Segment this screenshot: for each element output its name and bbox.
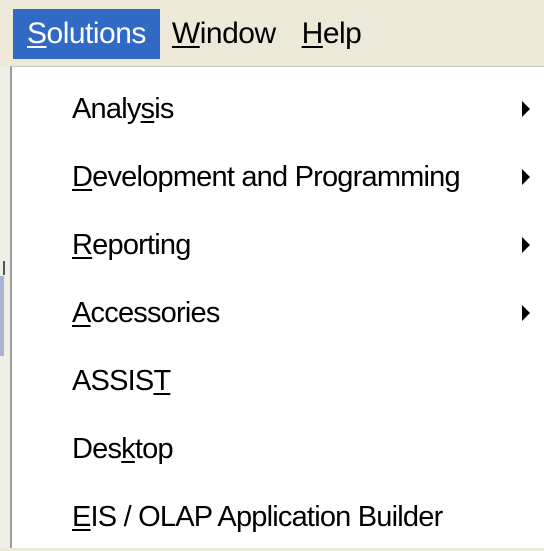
- menu-item-eis-mnemonic: E: [72, 500, 91, 533]
- menu-help[interactable]: Help: [290, 9, 376, 59]
- menu-item-eis-olap-application-builder[interactable]: EIS / OLAP Application Builder: [12, 483, 544, 551]
- submenu-arrow-icon: [522, 237, 530, 253]
- menu-window-mnemonic: W: [171, 17, 200, 50]
- menu-help-post: elp: [322, 17, 362, 50]
- menu-item-analysis-mnemonic: s: [140, 92, 155, 125]
- submenu-arrow-icon: [522, 101, 530, 117]
- menu-item-desktop[interactable]: Desktop: [12, 415, 544, 483]
- menu-item-reporting[interactable]: Reporting: [12, 211, 544, 279]
- menu-item-analysis[interactable]: Analysis: [12, 75, 544, 143]
- menu-item-reporting-mnemonic: R: [72, 228, 93, 261]
- background-window-tick: [3, 261, 5, 275]
- menu-bar: Solutions Window Help: [0, 0, 544, 66]
- menu-item-reporting-label: Reporting: [72, 229, 191, 262]
- menu-window[interactable]: Window: [160, 9, 290, 59]
- menu-item-analysis-post: is: [154, 92, 174, 125]
- menu-solutions[interactable]: Solutions: [13, 9, 160, 59]
- menu-item-eis-label: EIS / OLAP Application Builder: [72, 500, 444, 534]
- menu-item-assist[interactable]: ASSIST: [12, 347, 544, 415]
- background-window-edge: [0, 66, 10, 548]
- menu-item-development-and-programming[interactable]: Development and Programming: [12, 143, 544, 211]
- menu-item-analysis-label: Analysis: [72, 93, 174, 126]
- menu-item-accessories-mnemonic: A: [72, 296, 91, 329]
- menu-item-assist-label: ASSIST: [72, 364, 171, 398]
- menu-item-accessories-label: Accessories: [72, 297, 220, 330]
- menu-window-post: indow: [199, 17, 276, 50]
- submenu-arrow-icon: [522, 305, 530, 321]
- solutions-dropdown-menu: Analysis Development and Programming Rep…: [10, 66, 544, 548]
- menu-solutions-post: olutions: [46, 17, 147, 50]
- menu-help-mnemonic: H: [301, 17, 324, 50]
- menu-item-desktop-label: Desktop: [72, 432, 174, 466]
- background-window-mark: [0, 276, 4, 356]
- menu-item-desktop-mnemonic: k: [121, 432, 135, 465]
- menu-item-desktop-post: top: [134, 432, 174, 465]
- menu-item-desktop-pre: Des: [72, 432, 122, 465]
- menu-item-eis-post: IS / OLAP Application Builder: [90, 500, 444, 533]
- submenu-arrow-icon: [522, 169, 530, 185]
- menu-item-analysis-pre: Analy: [72, 92, 141, 125]
- menu-item-accessories-post: ccessories: [90, 296, 221, 329]
- menu-item-reporting-post: eporting: [92, 228, 191, 261]
- menu-solutions-mnemonic: S: [27, 17, 47, 50]
- menu-item-accessories[interactable]: Accessories: [12, 279, 544, 347]
- menu-item-assist-mnemonic: T: [153, 364, 171, 397]
- menu-item-development-post: evelopment and Programming: [92, 160, 460, 193]
- menu-item-development-label: Development and Programming: [72, 160, 461, 194]
- menu-item-development-mnemonic: D: [72, 160, 93, 193]
- menu-item-assist-pre: ASSIS: [72, 364, 154, 397]
